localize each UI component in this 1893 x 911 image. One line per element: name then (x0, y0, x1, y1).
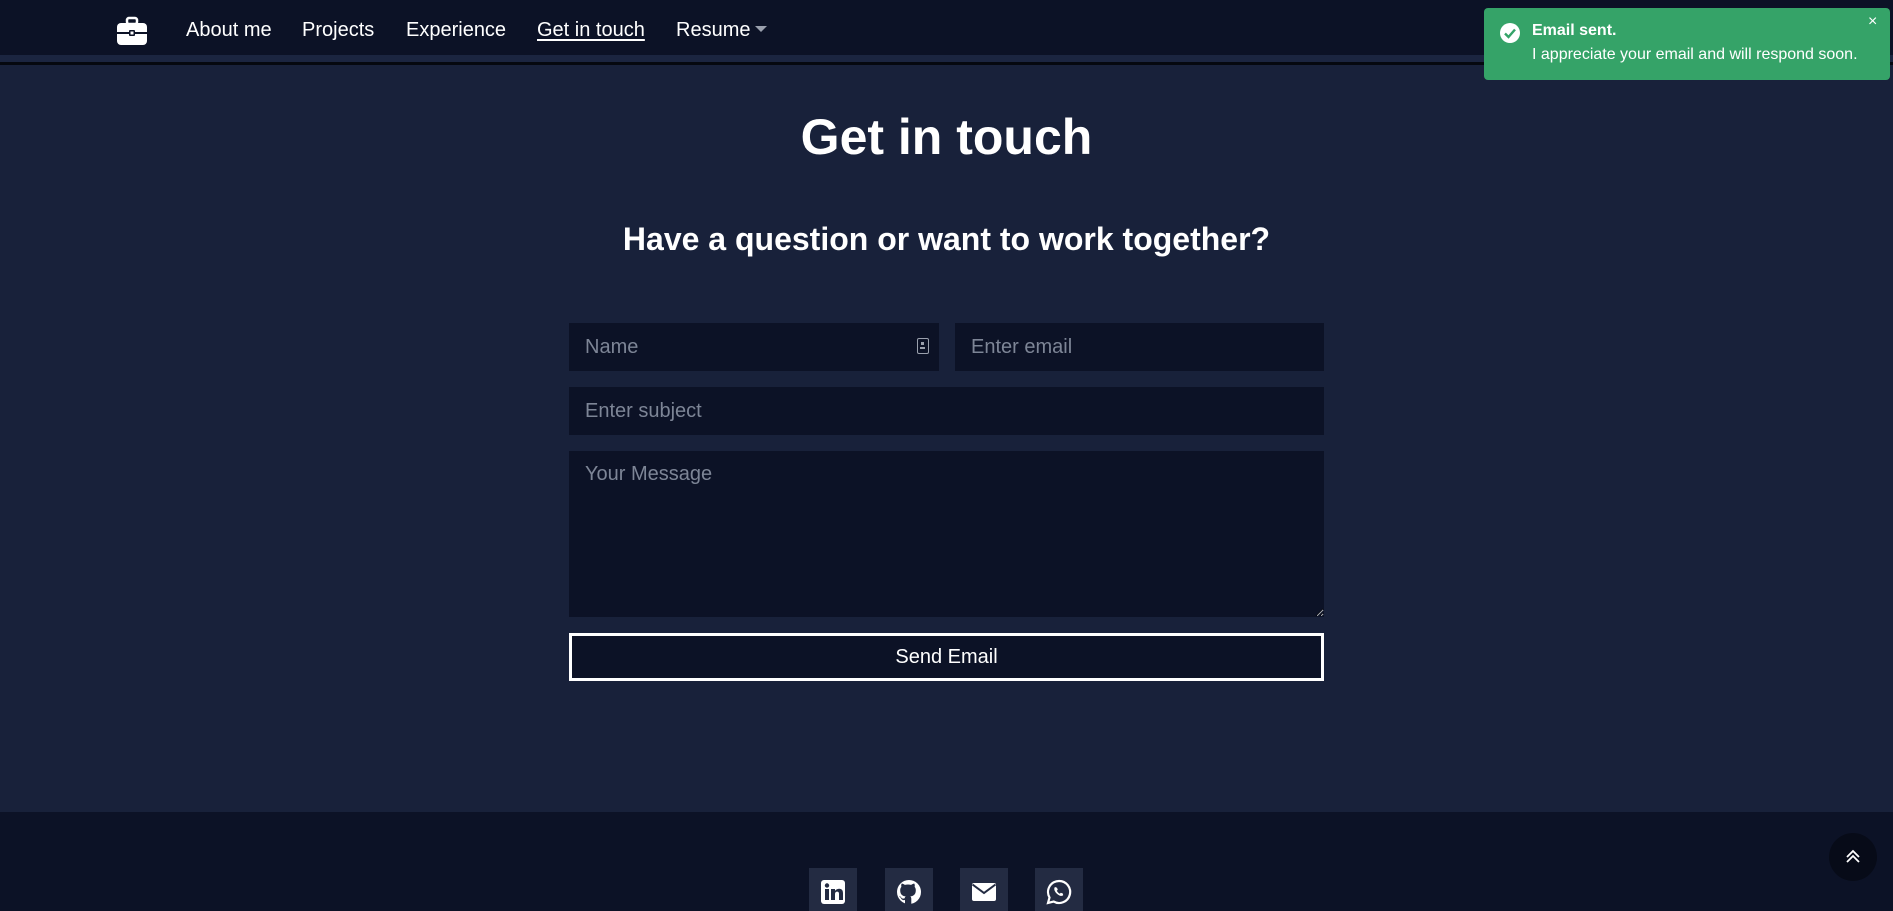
nav-dropdown-resume[interactable]: Resume (676, 19, 768, 42)
message-textarea[interactable] (569, 451, 1324, 617)
toast-title: Email sent. (1532, 22, 1617, 39)
page-subtitle: Have a question or want to work together… (622, 221, 1271, 257)
close-icon[interactable]: × (1868, 14, 1877, 30)
nav-link-experience[interactable]: Experience (406, 19, 506, 42)
double-chevron-up-icon (1846, 849, 1860, 863)
page-title: Get in touch (800, 109, 1093, 165)
nav-link-get-in-touch[interactable]: Get in touch (537, 19, 645, 42)
email-input[interactable] (955, 323, 1324, 371)
name-input[interactable] (569, 323, 939, 371)
nav-dropdown-resume-label: Resume (676, 19, 751, 41)
subject-input[interactable] (569, 387, 1324, 435)
check-circle-icon (1500, 23, 1520, 43)
linkedin-icon[interactable] (809, 868, 857, 911)
caret-down-icon (755, 25, 768, 32)
nav-link-about[interactable]: About me (186, 19, 272, 42)
footer (0, 812, 1893, 911)
toast-message: I appreciate your email and will respond… (1532, 46, 1858, 63)
scroll-to-top-button[interactable] (1829, 833, 1877, 881)
autofill-contact-icon[interactable] (917, 338, 929, 354)
briefcase-icon[interactable] (116, 15, 148, 47)
toast-notification: Email sent. I appreciate your email and … (1484, 8, 1890, 80)
send-email-button[interactable]: Send Email (569, 633, 1324, 681)
envelope-icon[interactable] (960, 868, 1008, 911)
whatsapp-icon[interactable] (1035, 868, 1083, 911)
github-icon[interactable] (885, 868, 933, 911)
nav-link-projects[interactable]: Projects (302, 19, 374, 42)
